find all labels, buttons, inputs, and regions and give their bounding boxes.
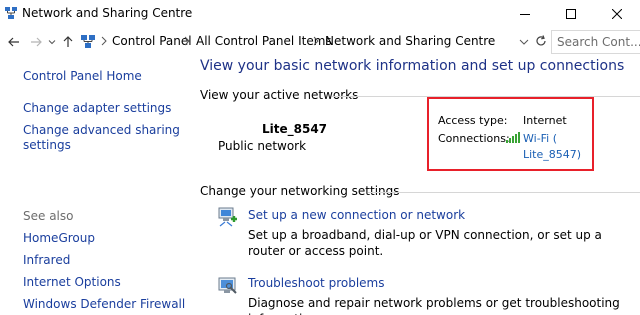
search-placeholder: Search Cont...: [557, 35, 640, 49]
back-arrow-icon: [8, 37, 19, 47]
forward-button[interactable]: [28, 34, 44, 50]
active-networks-heading: View your active networks: [200, 88, 359, 102]
page-title: View your basic network information and …: [200, 58, 625, 74]
network-type-link[interactable]: Public network: [218, 139, 306, 153]
setup-new-connection-link[interactable]: Set up a new connection or network: [248, 208, 465, 222]
navigation-bar: Control Panel All Control Panel Items Ne…: [0, 28, 640, 56]
close-button[interactable]: [594, 0, 640, 28]
minimize-button[interactable]: [502, 0, 548, 28]
access-type-value: Internet: [523, 114, 567, 127]
section-divider: [368, 192, 640, 193]
chevron-right-icon: [313, 36, 319, 46]
windows-defender-firewall-link[interactable]: Windows Defender Firewall: [23, 297, 185, 312]
recent-locations-button[interactable]: [44, 34, 60, 50]
new-connection-icon: [218, 207, 237, 227]
maximize-icon: [566, 9, 576, 19]
breadcrumb-control-panel[interactable]: Control Panel: [112, 34, 192, 48]
chevron-right-icon: [184, 36, 190, 46]
close-icon: [612, 9, 622, 19]
change-adapter-settings-link[interactable]: Change adapter settings: [23, 101, 171, 116]
chevron-down-icon: [48, 40, 56, 45]
homegroup-link[interactable]: HomeGroup: [23, 231, 95, 246]
wifi-connection-link-continued[interactable]: Lite_8547): [523, 148, 581, 161]
change-advanced-sharing-link[interactable]: Change advanced sharing settings: [23, 123, 183, 153]
setup-new-connection-description: Set up a broadband, dial-up or VPN conne…: [248, 228, 602, 258]
refresh-icon[interactable]: [534, 34, 548, 48]
address-dropdown-icon[interactable]: [518, 36, 530, 48]
back-button[interactable]: [6, 34, 22, 50]
wifi-connection-link[interactable]: Wi-Fi (: [523, 132, 557, 145]
up-button[interactable]: [60, 34, 76, 50]
title-bar: Network and Sharing Centre: [0, 0, 640, 28]
forward-arrow-icon: [31, 37, 42, 47]
minimize-icon: [520, 14, 530, 15]
troubleshoot-icon: [218, 277, 237, 294]
window-title: Network and Sharing Centre: [22, 6, 193, 20]
connections-label: Connections:: [438, 132, 510, 145]
troubleshoot-problems-description: Diagnose and repair network problems or …: [248, 296, 620, 315]
wifi-signal-icon: [506, 132, 520, 143]
see-also-heading: See also: [23, 209, 74, 223]
change-settings-heading: Change your networking settings: [200, 184, 400, 198]
breadcrumb-network-sharing[interactable]: Network and Sharing Centre: [325, 34, 495, 48]
maximize-button[interactable]: [548, 0, 594, 28]
up-arrow-icon: [63, 36, 73, 47]
chevron-right-icon: [101, 36, 107, 46]
control-panel-home-link[interactable]: Control Panel Home: [23, 69, 142, 84]
control-panel-icon: [81, 35, 95, 48]
troubleshoot-problems-link[interactable]: Troubleshoot problems: [248, 276, 384, 290]
infrared-link[interactable]: Infrared: [23, 253, 70, 268]
access-type-label: Access type:: [438, 114, 508, 127]
internet-options-link[interactable]: Internet Options: [23, 275, 121, 290]
network-name: Lite_8547: [262, 122, 328, 136]
search-input[interactable]: Search Cont...: [551, 30, 640, 54]
network-app-icon: [5, 7, 17, 19]
